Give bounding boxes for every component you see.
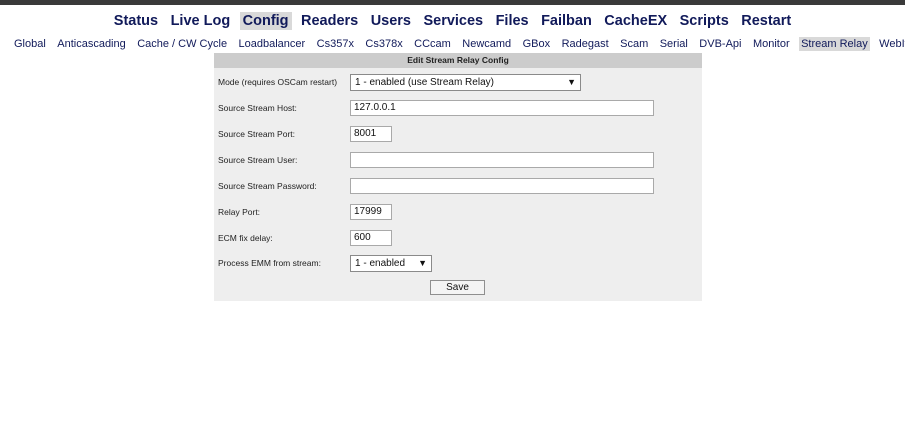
mode-select[interactable]: 1 - enabled (use Stream Relay) ▼ [350,74,581,91]
submenu-radegast[interactable]: Radegast [560,37,611,51]
submenu-dvb-api[interactable]: DVB-Api [697,37,743,51]
relay-port-label: Relay Port: [218,207,261,217]
submenu-serial[interactable]: Serial [658,37,690,51]
row-source-password: Source Stream Password: [214,176,702,196]
panel-title: Edit Stream Relay Config [214,53,702,68]
source-host-label: Source Stream Host: [218,103,297,113]
submenu-newcamd[interactable]: Newcamd [460,37,513,51]
config-submenu: Global Anticascading Cache / CW Cycle Lo… [12,34,905,51]
submenu-cs378x[interactable]: Cs378x [363,37,404,51]
submenu-global[interactable]: Global [12,37,48,51]
submenu-scam[interactable]: Scam [618,37,650,51]
menu-status[interactable]: Status [111,12,161,30]
submenu-anticascading[interactable]: Anticascading [55,37,128,51]
relay-port-input[interactable]: 17999 [350,204,392,220]
ecm-delay-input[interactable]: 600 [350,230,392,246]
stream-relay-config-panel: Edit Stream Relay Config Mode (requires … [214,53,702,301]
submenu-webif[interactable]: WebIf [877,37,905,51]
process-emm-select-value: 1 - enabled [355,258,406,269]
source-port-input[interactable]: 8001 [350,126,392,142]
dropdown-arrow-icon: ▼ [418,258,427,268]
submenu-loadbalancer[interactable]: Loadbalancer [237,37,308,51]
mode-label: Mode (requires OSCam restart) [218,77,338,87]
submenu-monitor[interactable]: Monitor [751,37,792,51]
source-user-label: Source Stream User: [218,155,298,165]
menu-failban[interactable]: Failban [538,12,595,30]
process-emm-select[interactable]: 1 - enabled ▼ [350,255,432,272]
source-port-label: Source Stream Port: [218,129,296,139]
menu-scripts[interactable]: Scripts [677,12,732,30]
menu-live-log[interactable]: Live Log [168,12,234,30]
row-source-host: Source Stream Host: 127.0.0.1 [214,98,702,118]
main-menu: Status Live Log Config Readers Users Ser… [0,12,905,32]
row-source-port: Source Stream Port: 8001 [214,124,702,144]
source-user-input[interactable] [350,152,654,168]
submenu-cache-cw-cycle[interactable]: Cache / CW Cycle [135,37,229,51]
row-process-emm: Process EMM from stream: 1 - enabled ▼ [214,253,702,273]
top-dark-bar [0,0,905,5]
row-mode: Mode (requires OSCam restart) 1 - enable… [214,72,702,92]
row-relay-port: Relay Port: 17999 [214,202,702,222]
submenu-stream-relay[interactable]: Stream Relay [799,37,870,51]
mode-select-value: 1 - enabled (use Stream Relay) [355,77,494,88]
source-password-input[interactable] [350,178,654,194]
menu-services[interactable]: Services [420,12,486,30]
row-ecm-delay: ECM fix delay: 600 [214,228,702,248]
menu-users[interactable]: Users [368,12,414,30]
row-source-user: Source Stream User: [214,150,702,170]
menu-files[interactable]: Files [493,12,532,30]
submenu-cccam[interactable]: CCcam [412,37,453,51]
menu-cacheex[interactable]: CacheEX [601,12,670,30]
source-host-input[interactable]: 127.0.0.1 [350,100,654,116]
submenu-gbox[interactable]: GBox [521,37,553,51]
ecm-delay-label: ECM fix delay: [218,233,273,243]
menu-readers[interactable]: Readers [298,12,361,30]
submenu-cs357x[interactable]: Cs357x [315,37,356,51]
process-emm-label: Process EMM from stream: [218,258,321,268]
save-button[interactable]: Save [430,280,485,295]
dropdown-arrow-icon: ▼ [567,77,576,87]
menu-restart[interactable]: Restart [738,12,794,30]
source-password-label: Source Stream Password: [218,181,317,191]
menu-config[interactable]: Config [239,12,292,30]
